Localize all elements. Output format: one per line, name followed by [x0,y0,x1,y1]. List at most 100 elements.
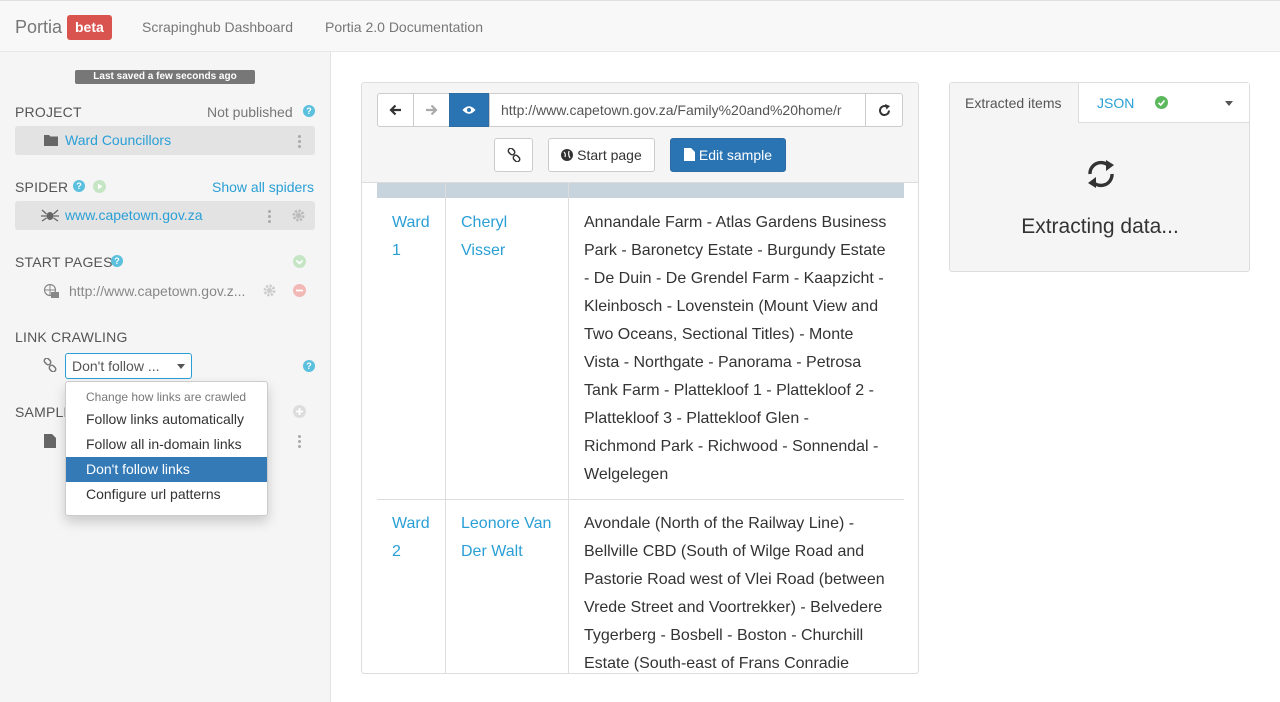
gear-icon[interactable] [292,209,305,222]
start-page-item[interactable]: http://www.capetown.gov.z... [15,278,315,304]
format-label: JSON [1097,95,1135,111]
area-text-line: Plattekloof 3 - Plattekloof Glen - [584,410,809,427]
edit-sample-label: Edit sample [698,147,773,163]
area-text-line: - De Duin - De Grendel Farm - Kaapzicht … [584,270,884,287]
area-text-line: Welgelegen [584,466,669,483]
councillor-text-line: Visser [461,242,506,259]
play-icon[interactable] [93,180,106,193]
ward-link[interactable]: Ward 2 [392,510,430,566]
area-text-line: Estate (South-east of Frans Conradie [584,655,850,672]
councillor-text-line: Cheryl [461,214,508,231]
table-header-bar [377,183,904,198]
link-icon [507,147,520,163]
browser-toolbar: http://www.capetown.gov.za/Family%20and%… [362,83,918,183]
area-text-line: Annandale Farm - Atlas Gardens Business [584,214,887,231]
area-text-line: Tygerberg - Bosbell - Boston - Churchill [584,627,864,644]
project-item[interactable]: Ward Councillors [15,126,315,155]
arrow-right-icon [426,104,438,116]
tab-extracted-items[interactable]: Extracted items [950,83,1079,123]
councillor-link[interactable]: Cheryl Visser [461,209,507,265]
arrow-left-icon [389,104,401,116]
area-text-line: Kleinbosch - Lovenstein (Mount View and [584,298,879,315]
spider-icon [41,209,59,222]
refresh-icon [878,104,890,117]
help-icon[interactable]: ? [303,105,315,117]
kebab-menu-icon[interactable] [267,209,271,223]
project-name[interactable]: Ward Councillors [65,132,171,148]
nav-link-dashboard[interactable]: Scrapinghub Dashboard [142,19,293,35]
start-page-label: Start page [577,147,642,163]
link-icon [43,358,57,372]
file-icon [683,148,695,161]
area-text-line: Tank Farm - Plattekloof 1 - Plattekloof … [584,382,874,399]
link-button[interactable] [494,138,533,172]
beta-badge: beta [67,15,112,40]
remove-icon[interactable] [293,284,306,297]
link-crawling-select[interactable]: Don't follow ... [65,353,192,379]
ward-link[interactable]: Ward 1 [392,209,430,265]
dropdown-header: Change how links are crawled [86,390,247,404]
file-icon [44,434,56,448]
ward-text-line: 1 [392,242,401,259]
areas-cell: Avondale (North of the Railway Line) - B… [584,510,885,673]
councillor-text-line: Leonore Van [461,515,552,532]
refresh-spinner-icon [1088,160,1114,188]
spider-name[interactable]: www.capetown.gov.za [65,207,202,223]
ward-text-line: Ward [392,214,430,231]
back-button[interactable] [377,93,414,127]
chevron-down-icon [177,364,185,369]
help-icon[interactable]: ? [303,360,315,372]
row-divider [377,499,904,500]
add-start-page-icon[interactable] [293,255,306,268]
saved-status-badge: Last saved a few seconds ago [75,70,255,84]
url-input[interactable]: http://www.capetown.gov.za/Family%20and%… [489,93,866,127]
option-dont-follow[interactable]: Don't follow links [66,457,267,482]
kebab-menu-icon[interactable] [297,434,301,448]
spider-heading: SPIDER [15,179,69,195]
gear-icon[interactable] [263,284,276,297]
area-text-line: Bellville CBD (South of Wilge Road and [584,543,865,560]
area-text-line: Richmond Park - Richwood - Sonnendal - [584,438,879,455]
area-text-line: Park - Baronetcy Estate - Burgundy Estat… [584,242,886,259]
nav-link-documentation[interactable]: Portia 2.0 Documentation [325,19,483,35]
area-text-line: Pastorie Road west of Vlei Road (between [584,571,885,588]
spider-item[interactable]: www.capetown.gov.za [15,201,315,230]
add-sample-icon[interactable] [293,405,306,418]
extracted-items-panel: Extracted items JSON Extracting data... [949,82,1250,272]
column-divider [568,183,569,673]
kebab-menu-icon[interactable] [297,134,301,148]
start-page-button[interactable]: Start page [548,138,655,172]
globe-icon [561,149,574,161]
edit-sample-button[interactable]: Edit sample [670,138,786,172]
help-icon[interactable]: ? [111,255,123,267]
chevron-down-icon[interactable] [1225,101,1233,106]
check-circle-icon [1155,96,1168,109]
extracting-status: Extracting data... [1021,215,1179,238]
ward-text-line: Ward [392,515,430,532]
publish-status: Not published [207,104,293,120]
reload-button[interactable] [865,93,903,127]
councillor-text-line: Der Walt [461,543,523,560]
start-page-url[interactable]: http://www.capetown.gov.z... [69,283,245,299]
show-all-spiders-link[interactable]: Show all spiders [212,179,314,195]
link-crawling-dropdown: Change how links are crawled Follow link… [65,381,268,516]
area-text-line: Vista - Northgate - Panorama - Petrosa [584,354,862,371]
page-browser: http://www.capetown.gov.za/Family%20and%… [361,82,919,674]
navbar: Portia beta Scrapinghub Dashboard Portia… [0,0,1280,52]
eye-icon [462,106,476,114]
preview-toggle-button[interactable] [449,93,489,127]
option-configure-url-patterns[interactable]: Configure url patterns [66,482,267,507]
area-text-line: Vrede Street and Voortrekker) - Belveder… [584,599,883,616]
option-follow-in-domain[interactable]: Follow all in-domain links [66,432,267,457]
brand-name[interactable]: Portia [15,17,62,38]
help-icon[interactable]: ? [73,180,85,192]
option-follow-automatically[interactable]: Follow links automatically [66,407,267,432]
forward-button[interactable] [413,93,450,127]
councillor-link[interactable]: Leonore Van Der Walt [461,510,551,566]
folder-icon [44,135,58,146]
format-selector[interactable]: JSON [1079,83,1249,123]
globe-page-icon [44,284,59,298]
areas-cell: Annandale Farm - Atlas Gardens Business … [584,209,886,489]
ward-text-line: 2 [392,543,401,560]
sidebar: Last saved a few seconds ago PROJECT Not… [0,52,331,702]
